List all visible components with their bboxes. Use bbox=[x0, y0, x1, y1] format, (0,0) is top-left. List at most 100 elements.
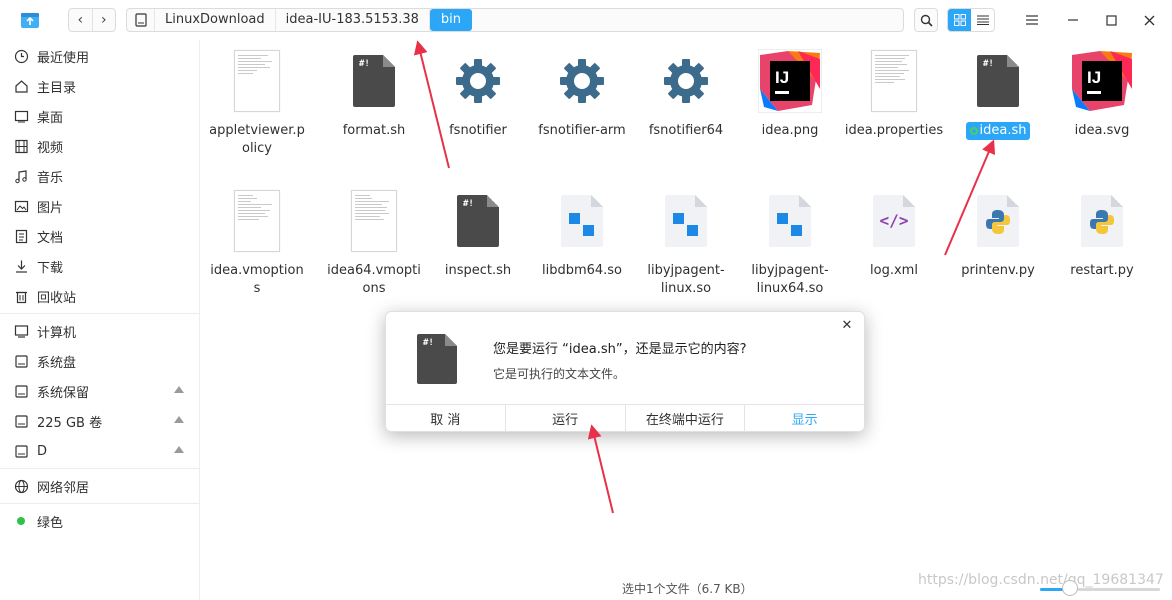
minimize-icon bbox=[1068, 19, 1078, 21]
breadcrumb-item-idea[interactable]: idea-IU-183.5153.38 bbox=[276, 9, 430, 31]
file-item[interactable]: idea64.vmopti ons bbox=[322, 186, 426, 298]
breadcrumb-item-bin[interactable]: bin bbox=[429, 9, 473, 31]
breadcrumb-item-linuxdownload[interactable]: LinuxDownload bbox=[155, 9, 276, 31]
sidebar-item-documents[interactable]: 文档 bbox=[0, 221, 200, 251]
back-button[interactable]: ‹ bbox=[69, 9, 92, 31]
sidebar-item-network[interactable]: 网络邻居 bbox=[0, 471, 200, 501]
file-item-selected[interactable]: #! idea.sh bbox=[946, 46, 1050, 140]
sidebar-item-label: 系统保留 bbox=[37, 385, 90, 401]
xml-file-icon: </> bbox=[873, 195, 915, 247]
trash-icon bbox=[12, 287, 30, 305]
dialog-close-button[interactable]: ✕ bbox=[840, 318, 854, 333]
close-window-button[interactable] bbox=[1136, 8, 1162, 32]
forward-button[interactable]: › bbox=[91, 9, 116, 31]
view-mode-toggle bbox=[947, 8, 995, 32]
sidebar-item-home[interactable]: 主目录 bbox=[0, 71, 200, 101]
file-item[interactable]: #! inspect.sh bbox=[426, 186, 530, 280]
file-name: log.xml bbox=[870, 263, 918, 278]
shared-library-icon bbox=[665, 195, 707, 247]
shared-library-icon bbox=[561, 195, 603, 247]
file-item[interactable]: </> log.xml bbox=[842, 186, 946, 280]
dialog-title: 您是要运行 “idea.sh”，还是显示它的内容? bbox=[493, 342, 747, 357]
eject-icon[interactable] bbox=[174, 416, 184, 423]
list-view-button[interactable] bbox=[971, 9, 994, 31]
file-item[interactable]: #! format.sh bbox=[322, 46, 426, 140]
sidebar-item-system-disk[interactable]: 系统盘 bbox=[0, 346, 200, 376]
sidebar-item-downloads[interactable]: 下载 bbox=[0, 251, 200, 281]
history-nav: ‹ › bbox=[68, 8, 116, 32]
sidebar-divider bbox=[0, 313, 200, 314]
file-item[interactable]: libyjpagent-linux.so bbox=[634, 186, 738, 298]
text-file-icon bbox=[234, 190, 280, 252]
run-confirm-dialog: ✕ #! 您是要运行 “idea.sh”，还是显示它的内容? 它是可执行的文本文… bbox=[385, 311, 865, 432]
music-icon bbox=[12, 167, 30, 185]
sidebar-item-volume-225gb[interactable]: 225 GB 卷 bbox=[0, 406, 200, 436]
sidebar-item-label: D bbox=[37, 443, 48, 459]
zoom-slider[interactable] bbox=[1040, 588, 1160, 591]
sidebar-item-label: 绿色 bbox=[37, 515, 64, 531]
sidebar-item-videos[interactable]: 视频 bbox=[0, 131, 200, 161]
file-name: fsnotifier bbox=[449, 123, 507, 138]
cancel-button[interactable]: 取 消 bbox=[386, 405, 505, 432]
file-item[interactable]: IJ idea.png bbox=[738, 46, 842, 140]
text-file-icon bbox=[234, 50, 280, 112]
sidebar-item-label: 系统盘 bbox=[37, 355, 77, 371]
sidebar-item-computer[interactable]: 计算机 bbox=[0, 316, 200, 346]
disk-crumb-button[interactable] bbox=[127, 9, 155, 31]
dialog-button-row: 取 消 运行 在终端中运行 显示 bbox=[386, 404, 864, 432]
sidebar-item-music[interactable]: 音乐 bbox=[0, 161, 200, 191]
minimize-button[interactable] bbox=[1060, 8, 1086, 32]
run-in-terminal-button[interactable]: 在终端中运行 bbox=[624, 405, 745, 432]
file-name: idea.properties bbox=[844, 123, 944, 138]
file-item[interactable]: printenv.py bbox=[946, 186, 1050, 280]
file-item[interactable]: libyjpagent-linux64.so bbox=[738, 186, 842, 298]
file-name-selected: idea.sh bbox=[965, 122, 1031, 140]
sidebar-divider bbox=[0, 468, 200, 469]
shell-script-icon: #! bbox=[457, 195, 499, 247]
gear-icon bbox=[456, 59, 500, 103]
file-name: idea.vmoption s bbox=[210, 263, 304, 296]
file-item[interactable]: IJ idea.svg bbox=[1050, 46, 1154, 140]
eject-icon[interactable] bbox=[174, 446, 184, 453]
file-item[interactable]: appletviewer.p olicy bbox=[205, 46, 309, 158]
sidebar-item-pictures[interactable]: 图片 bbox=[0, 191, 200, 221]
display-button[interactable]: 显示 bbox=[744, 405, 864, 432]
dialog-message: 它是可执行的文本文件。 bbox=[493, 367, 626, 381]
file-name: fsnotifier-arm bbox=[538, 123, 626, 138]
sidebar-item-drive-d[interactable]: D bbox=[0, 436, 200, 466]
menu-button[interactable] bbox=[1019, 8, 1045, 32]
sidebar-item-trash[interactable]: 回收站 bbox=[0, 281, 200, 311]
run-button[interactable]: 运行 bbox=[504, 405, 625, 432]
sidebar-item-tag-green[interactable]: 绿色 bbox=[0, 506, 200, 536]
sidebar-item-desktop[interactable]: 桌面 bbox=[0, 101, 200, 131]
file-name: libdbm64.so bbox=[541, 263, 623, 278]
eject-icon[interactable] bbox=[174, 386, 184, 393]
file-item[interactable]: fsnotifier64 bbox=[634, 46, 738, 140]
file-item[interactable]: idea.vmoption s bbox=[205, 186, 309, 298]
download-icon bbox=[12, 257, 30, 275]
maximize-button[interactable] bbox=[1098, 8, 1124, 32]
file-item[interactable]: fsnotifier bbox=[426, 46, 530, 140]
document-icon bbox=[12, 227, 30, 245]
file-item[interactable]: fsnotifier-arm bbox=[530, 46, 634, 140]
file-name: format.sh bbox=[342, 123, 406, 138]
sidebar-item-recent[interactable]: 最近使用 bbox=[0, 41, 200, 71]
sidebar-item-label: 计算机 bbox=[37, 325, 77, 341]
sidebar-item-label: 下载 bbox=[37, 260, 64, 276]
sidebar-item-label: 视频 bbox=[37, 140, 64, 156]
sidebar-item-label: 225 GB 卷 bbox=[37, 415, 103, 431]
file-item[interactable]: libdbm64.so bbox=[530, 186, 634, 280]
file-item[interactable]: restart.py bbox=[1050, 186, 1154, 280]
file-name: fsnotifier64 bbox=[648, 123, 724, 138]
python-file-icon bbox=[977, 195, 1019, 247]
file-item[interactable]: idea.properties bbox=[842, 46, 946, 140]
zoom-slider-handle[interactable] bbox=[1062, 580, 1078, 596]
close-icon bbox=[1144, 15, 1154, 25]
list-icon bbox=[976, 15, 989, 25]
icon-view-button[interactable] bbox=[948, 9, 971, 31]
sidebar-item-label: 网络邻居 bbox=[37, 480, 90, 496]
file-name: libyjpagent-linux64.so bbox=[751, 263, 829, 296]
sidebar-item-system-reserved[interactable]: 系统保留 bbox=[0, 376, 200, 406]
picture-icon bbox=[12, 197, 30, 215]
search-button[interactable] bbox=[914, 8, 938, 32]
